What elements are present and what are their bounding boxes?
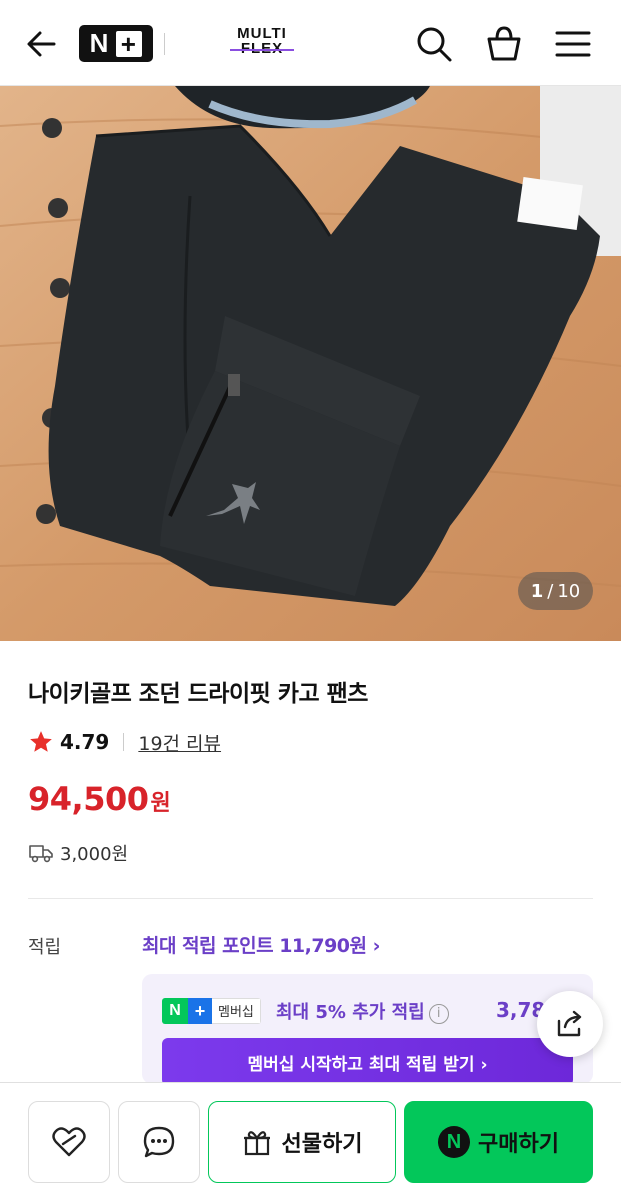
chevron-right-icon: › (372, 935, 381, 957)
wishlist-button[interactable] (28, 1101, 110, 1183)
points-label: 적립 (28, 937, 62, 958)
shipping-value: 3,000원 (60, 844, 129, 865)
max-points-link[interactable]: 최대 적립 포인트 11,790원 › (142, 931, 381, 958)
product-price: 94,500원 (28, 780, 171, 818)
talk-button[interactable] (118, 1101, 200, 1183)
counter-total: 10 (557, 580, 581, 602)
counter-separator: / (547, 580, 554, 602)
nplus-logo-plus: + (116, 30, 143, 57)
membership-badge-label: 멤버십 (212, 998, 261, 1024)
price-unit: 원 (150, 791, 171, 816)
nplus-logo[interactable]: N + (79, 25, 153, 62)
store-brand-logo[interactable]: MULTI FLEX (222, 26, 302, 56)
naver-pay-n-icon: N (438, 1126, 471, 1158)
cart-icon[interactable] (484, 24, 524, 64)
heart-icon (52, 1127, 86, 1157)
gift-icon (243, 1131, 270, 1156)
info-icon[interactable]: i (428, 1004, 449, 1024)
naver-n-icon: N (162, 998, 188, 1024)
rating-value: 4.79 (60, 730, 110, 754)
price-value: 94,500 (28, 780, 149, 818)
shipping-fee: 3,000원 (28, 840, 128, 866)
image-counter: 1 / 10 (518, 572, 593, 610)
rating-divider (123, 733, 125, 751)
app-header: N+ MULTI FLEX (0, 0, 621, 86)
share-icon (557, 1010, 582, 1037)
plus-icon: + (188, 998, 212, 1024)
share-button[interactable] (537, 991, 603, 1057)
back-arrow-icon[interactable] (24, 26, 60, 62)
buy-button[interactable]: N 구매하기 (404, 1101, 593, 1183)
truck-icon (29, 845, 53, 863)
menu-icon[interactable] (553, 24, 593, 64)
nplus-logo-n: N (89, 28, 111, 58)
header-divider (164, 33, 165, 55)
membership-badge: N + 멤버십 (162, 998, 261, 1024)
membership-benefit: 최대 5% 추가 적립 i (276, 998, 449, 1024)
star-icon (30, 731, 52, 752)
review-count-link[interactable]: 19건 리뷰 (138, 729, 221, 756)
product-photo (0, 86, 621, 641)
membership-start-button[interactable]: 멤버십 시작하고 최대 적립 받기 › (162, 1038, 573, 1084)
bottom-action-bar: 선물하기 N 구매하기 (0, 1082, 621, 1200)
rating-row: 4.79 19건 리뷰 (28, 728, 221, 756)
brand-strike (230, 49, 294, 51)
counter-current: 1 (530, 580, 544, 602)
gift-button-label: 선물하기 (281, 1132, 363, 1157)
buy-button-label: 구매하기 (478, 1132, 559, 1157)
membership-box: N + 멤버십 최대 5% 추가 적립 i 3,78 멤버십 시작하고 최대 적립… (142, 974, 593, 1084)
search-icon[interactable] (414, 24, 454, 64)
product-title: 나이키골프 조던 드라이핏 카고 팬츠 (28, 681, 368, 707)
membership-benefit-text: 최대 5% 추가 적립 (276, 1002, 425, 1023)
section-divider (28, 898, 593, 899)
product-image[interactable]: 1 / 10 (0, 86, 621, 641)
max-points-text: 최대 적립 포인트 11,790원 (142, 935, 367, 957)
chat-icon (143, 1126, 175, 1158)
brand-line-1: MULTI (237, 25, 287, 42)
gift-button[interactable]: 선물하기 (208, 1101, 396, 1183)
